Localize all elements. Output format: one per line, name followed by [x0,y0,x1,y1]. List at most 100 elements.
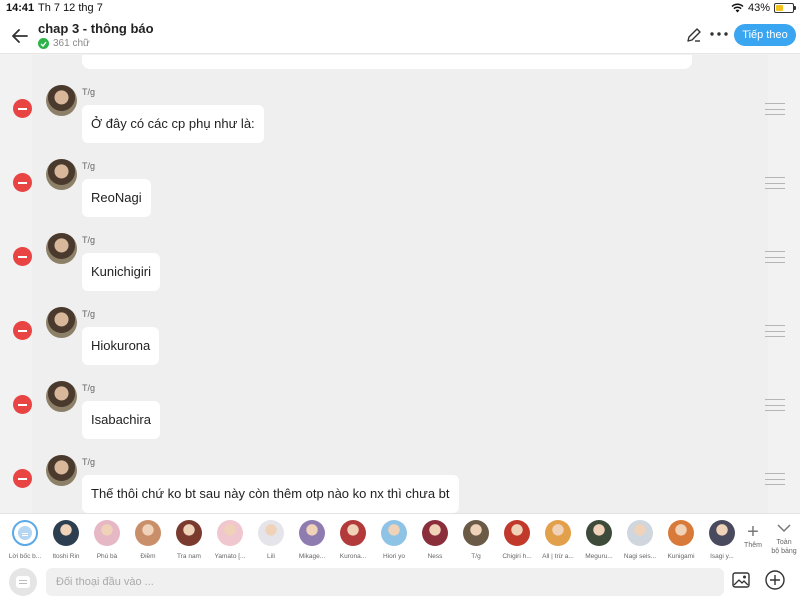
add-content-button[interactable] [765,570,787,592]
drag-handle-icon[interactable] [765,177,785,189]
message-bubble[interactable]: ReoNagi [82,179,151,217]
avatar[interactable] [46,455,77,486]
character-item[interactable]: All | trừ a... [538,518,578,564]
more-options-button[interactable] [708,25,730,45]
message-author: T/g [82,87,96,97]
edit-button[interactable] [686,27,704,45]
wifi-icon [731,3,744,13]
character-item[interactable]: Nagi seis... [620,518,660,564]
image-icon [732,572,750,588]
next-button[interactable]: Tiếp theo [734,24,796,46]
avatar [12,520,38,546]
character-item[interactable]: T/g [456,518,496,564]
message-bubble[interactable]: Kunichigiri [82,253,160,291]
character-name: Mikage... [298,553,326,560]
message-author: T/g [82,309,96,319]
plus-circle-icon [765,570,785,590]
character-item[interactable]: Hiori yo [374,518,414,564]
avatar [340,520,366,546]
drag-handle-icon[interactable] [765,399,785,411]
plus-icon: + [747,521,759,543]
character-item[interactable]: Phú bà [87,518,127,564]
avatar[interactable] [46,85,77,116]
drag-handle-icon[interactable] [765,103,785,115]
message-bubble[interactable]: Isabachira [82,401,160,439]
character-name: Lời bốc b... [8,553,42,560]
character-name: Isagi y... [710,553,734,560]
character-name: Hiori yo [382,553,406,560]
message-bubble[interactable]: Thế thôi chứ ko bt sau này còn thêm otp … [82,475,459,513]
avatar[interactable] [46,307,77,338]
message-row[interactable]: T/g Hiokurona [0,305,800,379]
pencil-icon [687,28,701,42]
avatar [217,520,243,546]
drag-handle-icon[interactable] [765,251,785,263]
message-bubble[interactable]: Ở đây có các cp phụ như là: [82,105,264,143]
header: chap 3 - thông báo 361 chữ Tiếp theo [0,16,800,54]
more-icon [710,32,728,36]
avatar [463,520,489,546]
chapter-title: chap 3 - thông báo [38,21,154,36]
narrator-toggle-button[interactable] [9,568,37,596]
character-item[interactable]: Mikage... [292,518,332,564]
avatar[interactable] [46,159,77,190]
avatar [709,520,735,546]
delete-message-button[interactable] [13,247,32,266]
character-item[interactable]: Chigiri h... [497,518,537,564]
character-item[interactable]: Meguru... [579,518,619,564]
add-character-button[interactable]: + Thêm [742,522,764,562]
message-row[interactable]: T/g ReoNagi [0,157,800,231]
drag-handle-icon[interactable] [765,325,785,337]
character-narrator[interactable]: Lời bốc b... [5,518,45,564]
chat-area[interactable]: T/g Ở đây có các cp phụ như là: T/g ReoN… [0,55,800,513]
delete-message-button[interactable] [13,395,32,414]
avatar [668,520,694,546]
avatar[interactable] [46,381,77,412]
character-item[interactable]: Kunigami [661,518,701,564]
drag-handle-icon[interactable] [765,473,785,485]
character-item[interactable]: Điềm [128,518,168,564]
previous-message-bubble[interactable] [82,55,692,69]
character-item[interactable]: Itoshi Rin [46,518,86,564]
character-item[interactable]: Ness [415,518,455,564]
message-row[interactable]: T/g Thế thôi chứ ko bt sau này còn thêm … [0,453,800,513]
message-author: T/g [82,161,96,171]
image-button[interactable] [732,572,752,590]
character-item[interactable]: Tra nam [169,518,209,564]
message-bubble[interactable]: Hiokurona [82,327,160,365]
input-bar [0,565,800,600]
date: Th 7 12 thg 7 [38,2,103,14]
battery-icon [774,3,796,13]
delete-message-button[interactable] [13,99,32,118]
character-name: Meguru... [585,553,613,560]
character-item[interactable]: Kurona... [333,518,373,564]
message-author: T/g [82,457,96,467]
word-count-text: 361 chữ [53,38,90,49]
character-name: Nagi seis... [623,553,657,560]
add-character-label: Thêm [744,542,762,549]
word-count: 361 chữ [38,38,90,49]
character-item[interactable]: Lili [251,518,291,564]
all-characters-label-1: Toàn [776,539,792,546]
delete-message-button[interactable] [13,321,32,340]
message-author: T/g [82,235,96,245]
all-characters-button[interactable]: Toàn bộ bảng [768,520,800,564]
avatar [422,520,448,546]
dialogue-input[interactable] [46,568,724,596]
back-button[interactable] [8,24,32,48]
avatar [94,520,120,546]
character-item[interactable]: Isagi y... [702,518,742,564]
avatar[interactable] [46,233,77,264]
avatar [176,520,202,546]
character-name: Điềm [140,553,156,560]
character-strip[interactable]: Lời bốc b... Itoshi Rin Phú bà Điềm Tra nam Y… [0,513,800,565]
avatar [258,520,284,546]
delete-message-button[interactable] [13,173,32,192]
delete-message-button[interactable] [13,469,32,488]
status-indicators: 43% [731,2,796,14]
character-name: T/g [471,553,481,560]
message-row[interactable]: T/g Isabachira [0,379,800,453]
message-row[interactable]: T/g Kunichigiri [0,231,800,305]
message-row[interactable]: T/g Ở đây có các cp phụ như là: [0,83,800,157]
character-item[interactable]: Yamato [... [210,518,250,564]
